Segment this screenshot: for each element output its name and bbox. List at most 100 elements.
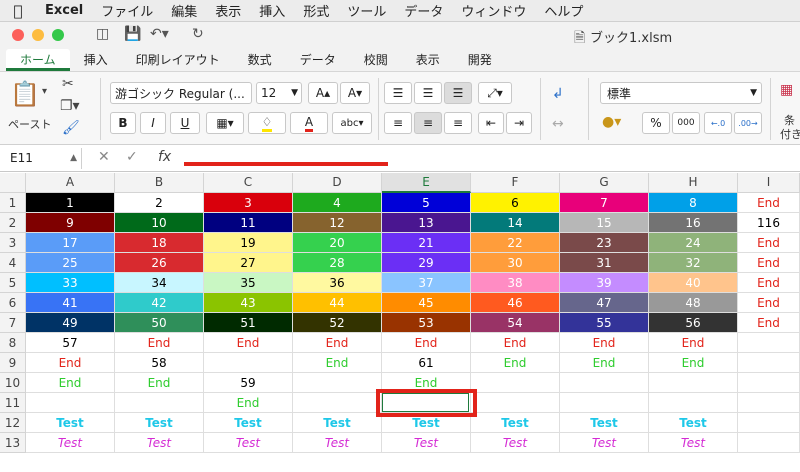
column-header-b[interactable]: B (115, 173, 204, 193)
bold-button[interactable]: B (110, 112, 136, 134)
font-name-select[interactable]: 游ゴシック Regular (... (110, 82, 252, 104)
cell-a12[interactable]: Test (26, 413, 115, 433)
cell-g8[interactable]: End (560, 333, 649, 353)
cell-h9[interactable]: End (649, 353, 738, 373)
cell-f11[interactable] (471, 393, 560, 413)
cell-e9[interactable]: 61 (382, 353, 471, 373)
cell-h4[interactable]: 32 (649, 253, 738, 273)
menu-data[interactable]: データ (395, 1, 452, 20)
cut-icon[interactable]: ✂ (62, 76, 74, 92)
fill-color-button[interactable]: ♢ (248, 112, 286, 134)
worksheet-grid[interactable]: A B C D E F G H I 1 1 2 3 4 5 6 7 8 End 2 9 10 11 12 13 14 15 16 116… (0, 173, 800, 472)
cell-g11[interactable] (560, 393, 649, 413)
cell-d12[interactable]: Test (293, 413, 382, 433)
cell-c2[interactable]: 11 (204, 213, 293, 233)
select-all-corner[interactable] (0, 173, 26, 193)
cell-f6[interactable]: 46 (471, 293, 560, 313)
cell-b13[interactable]: Test (115, 433, 204, 453)
cell-e5[interactable]: 37 (382, 273, 471, 293)
cell-f3[interactable]: 22 (471, 233, 560, 253)
cell-g1[interactable]: 7 (560, 193, 649, 213)
cell-i4[interactable]: End (738, 253, 800, 273)
cell-h3[interactable]: 24 (649, 233, 738, 253)
cell-c5[interactable]: 35 (204, 273, 293, 293)
cell-g3[interactable]: 23 (560, 233, 649, 253)
decrease-decimal-button[interactable]: .00→ (734, 112, 762, 134)
underline-button[interactable]: U (170, 112, 200, 134)
cell-c9[interactable] (204, 353, 293, 373)
enter-check-icon[interactable]: ✓ (126, 149, 138, 165)
cell-a1[interactable]: 1 (26, 193, 115, 213)
align-left-button[interactable]: ≡ (384, 112, 412, 134)
tab-data[interactable]: データ (286, 49, 350, 71)
cell-c8[interactable]: End (204, 333, 293, 353)
cell-b1[interactable]: 2 (115, 193, 204, 213)
cell-c6[interactable]: 43 (204, 293, 293, 313)
row-header-12[interactable]: 12 (0, 413, 26, 433)
increase-font-button[interactable]: A▴ (308, 82, 338, 104)
cell-i12[interactable] (738, 413, 800, 433)
cell-h8[interactable]: End (649, 333, 738, 353)
cell-c10[interactable]: 59 (204, 373, 293, 393)
number-format-select[interactable]: 標準 ▼ (600, 82, 762, 104)
cell-e13[interactable]: Test (382, 433, 471, 453)
cell-b2[interactable]: 10 (115, 213, 204, 233)
cell-i11[interactable] (738, 393, 800, 413)
cell-c1[interactable]: 3 (204, 193, 293, 213)
row-header-1[interactable]: 1 (0, 193, 26, 213)
align-bottom-button[interactable]: ☰ (444, 82, 472, 104)
cell-b12[interactable]: Test (115, 413, 204, 433)
cell-f5[interactable]: 38 (471, 273, 560, 293)
decrease-indent-button[interactable]: ⇤ (478, 112, 504, 134)
cell-a6[interactable]: 41 (26, 293, 115, 313)
cell-a4[interactable]: 25 (26, 253, 115, 273)
cell-g13[interactable]: Test (560, 433, 649, 453)
cell-b10[interactable]: End (115, 373, 204, 393)
column-header-h[interactable]: H (649, 173, 738, 193)
align-right-button[interactable]: ≡ (444, 112, 472, 134)
cell-i8[interactable] (738, 333, 800, 353)
cell-a11[interactable] (26, 393, 115, 413)
copy-icon[interactable]: ❐▾ (60, 98, 80, 114)
menu-app-excel[interactable]: Excel (36, 3, 92, 18)
cell-g12[interactable]: Test (560, 413, 649, 433)
cell-i1[interactable]: End (738, 193, 800, 213)
sidebar-toggle-icon[interactable]: ◫ (96, 26, 109, 42)
cell-e8[interactable]: End (382, 333, 471, 353)
cell-d7[interactable]: 52 (293, 313, 382, 333)
cell-a13[interactable]: Test (26, 433, 115, 453)
row-header-7[interactable]: 7 (0, 313, 26, 333)
font-size-select[interactable]: 12 ▼ (256, 82, 302, 104)
menu-tools[interactable]: ツール (338, 1, 395, 20)
row-header-10[interactable]: 10 (0, 373, 26, 393)
cell-f7[interactable]: 54 (471, 313, 560, 333)
cell-b8[interactable]: End (115, 333, 204, 353)
cell-h10[interactable] (649, 373, 738, 393)
currency-icon[interactable]: ●▾ (602, 114, 621, 130)
tab-formulas[interactable]: 数式 (234, 49, 286, 71)
paste-icon[interactable]: 📋 (10, 80, 40, 108)
orientation-button[interactable]: ⤢▾ (478, 82, 512, 104)
cell-a2[interactable]: 9 (26, 213, 115, 233)
cell-i3[interactable]: End (738, 233, 800, 253)
cell-h7[interactable]: 56 (649, 313, 738, 333)
cell-a10[interactable]: End (26, 373, 115, 393)
row-header-9[interactable]: 9 (0, 353, 26, 373)
row-header-13[interactable]: 13 (0, 433, 26, 453)
name-box[interactable]: E11 ▲ (6, 148, 82, 169)
cell-b6[interactable]: 42 (115, 293, 204, 313)
name-box-stepper-icon[interactable]: ▲ (70, 148, 77, 169)
cell-h11[interactable] (649, 393, 738, 413)
row-header-3[interactable]: 3 (0, 233, 26, 253)
cell-i10[interactable] (738, 373, 800, 393)
row-header-6[interactable]: 6 (0, 293, 26, 313)
save-icon[interactable]: 💾 (124, 26, 141, 42)
percent-button[interactable]: % (642, 112, 670, 134)
cell-a7[interactable]: 49 (26, 313, 115, 333)
column-header-f[interactable]: F (471, 173, 560, 193)
decrease-font-button[interactable]: A▾ (340, 82, 370, 104)
tab-home[interactable]: ホーム (6, 49, 70, 71)
cell-i9[interactable] (738, 353, 800, 373)
cell-f4[interactable]: 30 (471, 253, 560, 273)
menu-edit[interactable]: 編集 (162, 1, 206, 20)
